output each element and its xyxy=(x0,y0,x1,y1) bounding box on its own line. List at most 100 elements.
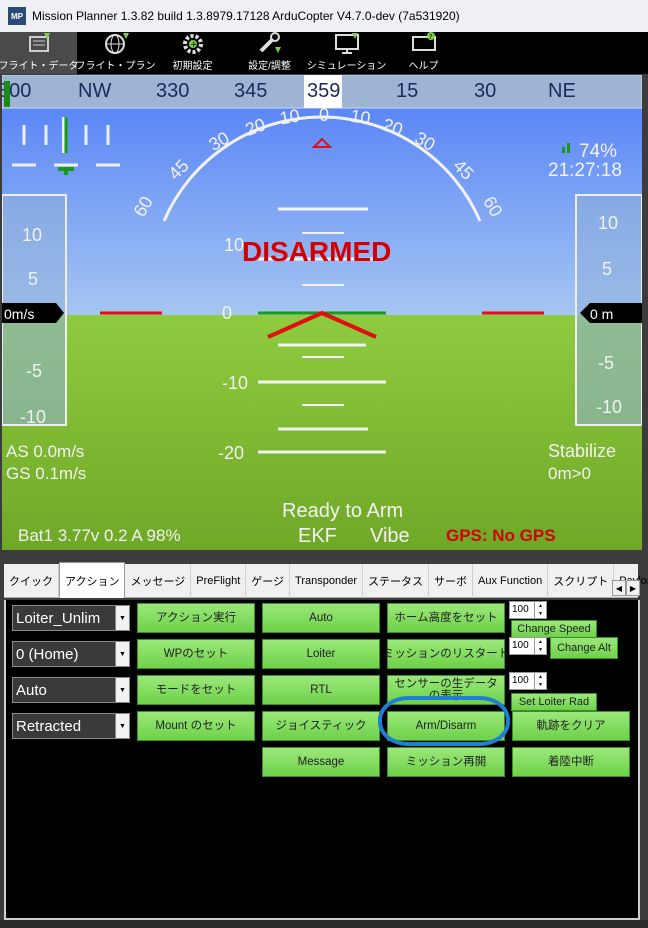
resume-mission-button[interactable]: ミッション再開 xyxy=(387,747,505,777)
down-arrow-icon[interactable]: ▼ xyxy=(535,610,546,618)
up-arrow-icon[interactable]: ▲ xyxy=(535,638,546,646)
flight-mode-select[interactable]: Auto ▼ xyxy=(12,677,130,703)
tab-servo[interactable]: サーボ xyxy=(429,564,474,598)
chevron-down-icon[interactable]: ▼ xyxy=(115,714,129,738)
alt-tick: 5 xyxy=(602,259,612,279)
set-home-alt-button[interactable]: ホーム高度をセット xyxy=(387,603,505,633)
gps-status: GPS: No GPS xyxy=(446,526,556,545)
speed-tick: -5 xyxy=(26,361,42,381)
tab-quick[interactable]: クイック xyxy=(4,564,59,598)
spinner-arrows[interactable]: ▲ ▼ xyxy=(534,673,546,689)
menu-initial-setup[interactable]: + 初期設定 xyxy=(154,32,231,74)
abort-landing-button[interactable]: 着陸中断 xyxy=(512,747,630,777)
alt-tick: -10 xyxy=(596,397,622,417)
change-alt-button[interactable]: Change Alt xyxy=(550,637,618,659)
spinner-arrows[interactable]: ▲ ▼ xyxy=(534,602,546,618)
chevron-down-icon[interactable]: ▼ xyxy=(115,678,129,702)
set-loiter-rad-button[interactable]: Set Loiter Rad xyxy=(511,693,597,711)
restart-mission-button[interactable]: ミッションのリスタート xyxy=(383,639,509,669)
heading-label: NE xyxy=(548,80,576,102)
menu-simulation[interactable]: シミュレーション xyxy=(306,31,387,74)
down-arrow-icon[interactable]: ▼ xyxy=(535,646,546,654)
change-alt-input[interactable]: 100 ▲ ▼ xyxy=(509,637,547,655)
tab-scroll-right-icon[interactable]: ▶ xyxy=(626,580,640,596)
set-mount-button[interactable]: Mount のセット xyxy=(137,711,255,741)
change-speed-input[interactable]: 100 ▲ ▼ xyxy=(509,601,547,619)
mode-select[interactable]: Loiter_Unlim ▼ xyxy=(12,605,130,631)
ekf-status[interactable]: EKF xyxy=(298,525,337,547)
main-menu: フライト・データ フライト・プラン + 初期設定 設定/調整 シミュレーション xyxy=(0,32,648,74)
disarmed-status: DISARMED xyxy=(242,236,391,267)
roll-label: 10 xyxy=(349,105,372,128)
pitch-label: -10 xyxy=(222,373,248,393)
roll-label: 10 xyxy=(278,105,301,128)
heading-current: 359 xyxy=(307,80,340,102)
menu-help[interactable]: ? ヘルプ xyxy=(385,32,462,74)
menu-label: シミュレーション xyxy=(306,61,387,72)
heading-label: 345 xyxy=(234,80,267,102)
joystick-button[interactable]: ジョイスティック xyxy=(262,711,380,741)
tab-preflight[interactable]: PreFlight xyxy=(191,564,247,598)
rtl-button[interactable]: RTL xyxy=(262,675,380,705)
menu-label: フライト・データ xyxy=(0,61,79,72)
menu-label: ヘルプ xyxy=(408,61,439,72)
tab-strip: クイック アクション メッセージ PreFlight ゲージ Transpond… xyxy=(2,556,648,600)
menu-label: フライト・プラン xyxy=(75,61,156,72)
groundspeed: GS 0.1m/s xyxy=(6,464,86,483)
battery-percent: 74% xyxy=(579,141,617,162)
tab-scroll-left-icon[interactable]: ◀ xyxy=(612,580,626,596)
gear-plus-icon: + xyxy=(178,31,208,55)
tab-transponder[interactable]: Transponder xyxy=(290,564,364,598)
svg-text:?: ? xyxy=(429,33,433,41)
spinner-value: 100 xyxy=(512,640,529,651)
tab-messages[interactable]: メッセージ xyxy=(125,564,192,598)
tab-scripts[interactable]: スクリプト xyxy=(548,564,615,598)
tab-status[interactable]: ステータス xyxy=(363,564,430,598)
set-wp-button[interactable]: WPのセット xyxy=(137,639,255,669)
flight-data-icon xyxy=(24,31,54,55)
battery-status: Bat1 3.77v 0.2 A 98% xyxy=(18,526,181,545)
title-bar: MP Mission Planner 1.3.82 build 1.3.8979… xyxy=(0,0,648,32)
waypoint-select[interactable]: 0 (Home) ▼ xyxy=(12,641,130,667)
menu-flight-plan[interactable]: フライト・プラン xyxy=(75,32,156,74)
window-bottom-edge xyxy=(0,920,648,928)
chevron-down-icon[interactable]: ▼ xyxy=(115,642,129,666)
loiter-button[interactable]: Loiter xyxy=(262,639,380,669)
mission-planner-window: MP Mission Planner 1.3.82 build 1.3.8979… xyxy=(0,0,648,928)
clear-track-button[interactable]: 軌跡をクリア xyxy=(512,711,630,741)
alt-tick: 10 xyxy=(598,213,618,233)
distance-home: 0m>0 xyxy=(548,464,591,483)
hud-display[interactable]: 300 NW 330 345 359 15 30 NE xyxy=(2,75,642,550)
menu-flight-data[interactable]: フライト・データ xyxy=(0,31,79,74)
speed-tick: -10 xyxy=(20,407,46,427)
altitude-tape: 10 5 -5 -10 0 m xyxy=(575,194,642,426)
up-arrow-icon[interactable]: ▲ xyxy=(535,673,546,681)
menu-label: 設定/調整 xyxy=(248,61,291,72)
down-arrow-icon[interactable]: ▼ xyxy=(535,681,546,689)
up-arrow-icon[interactable]: ▲ xyxy=(535,602,546,610)
chevron-down-icon[interactable]: ▼ xyxy=(115,606,129,630)
tab-gauges[interactable]: ゲージ xyxy=(246,564,291,598)
loiter-radius-input[interactable]: 100 ▲ ▼ xyxy=(509,672,547,690)
speed-tick: 5 xyxy=(28,269,38,289)
mount-select[interactable]: Retracted ▼ xyxy=(12,713,130,739)
select-value: 0 (Home) xyxy=(16,645,79,663)
raw-sensor-view-button[interactable]: センサーの生データの表示 xyxy=(387,675,505,705)
auto-button[interactable]: Auto xyxy=(262,603,380,633)
tab-actions[interactable]: アクション xyxy=(59,562,126,598)
app-icon: MP xyxy=(8,7,26,25)
wrench-icon xyxy=(255,31,285,55)
do-action-button[interactable]: アクション実行 xyxy=(137,603,255,633)
tab-scroll-buttons: ◀ ▶ xyxy=(612,580,640,596)
monitor-icon xyxy=(332,31,362,55)
tab-aux-function[interactable]: Aux Function xyxy=(473,564,549,598)
arm-disarm-button[interactable]: Arm/Disarm xyxy=(387,711,505,741)
select-value: Loiter_Unlim xyxy=(16,609,101,627)
set-mode-button[interactable]: モードをセット xyxy=(137,675,255,705)
message-button[interactable]: Message xyxy=(262,747,380,777)
menu-config-tuning[interactable]: 設定/調整 xyxy=(231,32,308,74)
menu-label: 初期設定 xyxy=(172,61,213,72)
change-speed-button[interactable]: Change Speed xyxy=(511,620,597,638)
vibe-status[interactable]: Vibe xyxy=(370,525,410,547)
spinner-arrows[interactable]: ▲ ▼ xyxy=(534,638,546,654)
